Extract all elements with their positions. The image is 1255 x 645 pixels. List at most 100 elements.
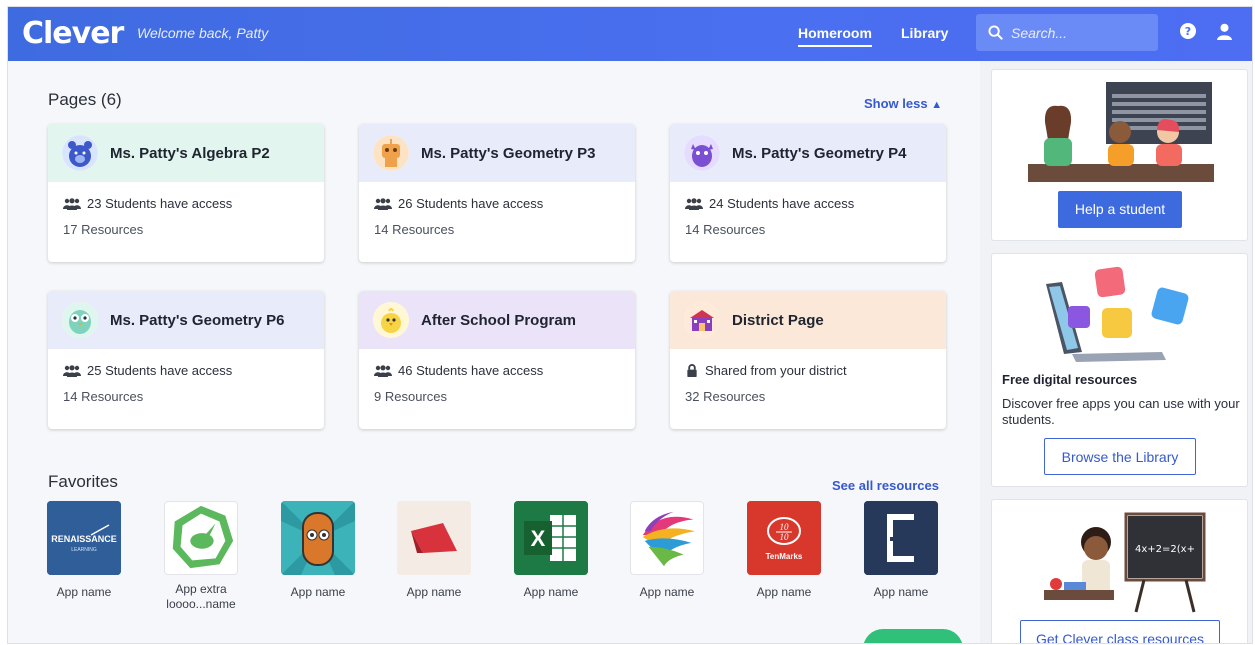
card-title: After School Program [421,311,577,329]
pages-title: Pages (6) [48,90,122,109]
search-box[interactable] [976,14,1158,51]
classroom-illustration [1028,82,1214,182]
card-access: 23 Students have access [63,196,324,211]
resources-count: 32 Resources [685,389,766,404]
bear-avatar-icon [62,135,98,171]
card-access: 24 Students have access [685,196,946,211]
app-frame: Clever Welcome back, Patty Homeroom Libr… [7,6,1253,644]
students-icon [63,364,81,377]
card-access: 26 Students have access [374,196,635,211]
students-count: 25 Students have access [87,363,233,378]
app-label: App name [406,585,462,599]
students-icon [685,197,703,210]
show-less-link[interactable]: Show less ▲ [864,96,942,111]
favorite-app-clever[interactable]: App name [856,501,946,599]
top-bar: Clever Welcome back, Patty Homeroom Libr… [8,7,1252,61]
students-icon [63,197,81,210]
students-count: 46 Students have access [398,363,544,378]
get-class-resources-button[interactable]: Get Clever class resources [1020,620,1220,643]
page-card-geometry-p6[interactable]: Ms. Patty's Geometry P6 25 Students have… [48,291,324,429]
owl-avatar-icon [62,302,98,338]
card-header: After School Program [359,291,635,349]
favorite-app-renaissance[interactable]: RENAISSANCE LEARNING App name [39,501,129,599]
app-label: App extra loooo...name [166,582,236,611]
help-a-student-button[interactable]: Help a student [1058,191,1182,228]
card-body: 23 Students have access 17 Resources [48,182,324,237]
homeroom-main: Pages (6) Show less ▲ Ms. Patty's Algebr… [8,61,980,643]
floating-action-button[interactable] [863,629,963,643]
free-resources-title: Free digital resources [1002,372,1138,387]
favorite-app-extra-long[interactable]: App extra loooo...name [156,501,246,612]
favorite-app-red-shape[interactable]: App name [389,501,479,599]
rabbit-app-icon [164,501,238,575]
resources-count: 14 Resources [63,389,144,404]
teacher-chalkboard-illustration: 4x+2=2(x+ [1044,512,1206,613]
chevron-up-icon: ▲ [931,99,943,111]
card-title: Ms. Patty's Geometry P6 [110,311,285,329]
chick-avatar-icon [373,302,409,338]
card-body: 24 Students have access 14 Resources [670,182,946,237]
students-count: 23 Students have access [87,196,233,211]
card-title: Ms. Patty's Algebra P2 [110,144,270,162]
app-label: App name [756,585,812,599]
clever-logo[interactable]: Clever [22,16,124,51]
favorite-app-excel[interactable]: X App name [506,501,596,599]
resources-count: 14 Resources [374,222,455,237]
card-header: Ms. Patty's Geometry P3 [359,124,635,182]
app-label: App name [873,585,929,599]
students-icon [374,197,392,210]
search-icon [988,25,1003,40]
app-label: App name [56,585,112,599]
page-card-algebra-p2[interactable]: Ms. Patty's Algebra P2 23 Students have … [48,124,324,262]
excel-app-icon: X [514,501,588,575]
favorite-app-tenmarks[interactable]: 10 10 TenMarks App name [739,501,829,599]
nav-homeroom[interactable]: Homeroom [798,25,872,47]
favorite-app-swirl[interactable]: App name [622,501,712,599]
card-title: Ms. Patty's Geometry P3 [421,144,596,162]
user-icon[interactable] [1216,23,1233,40]
svg-text:4x+2=2(x+: 4x+2=2(x+ [1135,544,1195,555]
monster-avatar-icon [684,135,720,171]
free-resources-description: Discover free apps you can use with your… [1002,396,1240,427]
renaissance-app-icon: RENAISSANCE LEARNING [47,501,121,575]
svg-text:X: X [531,526,546,551]
card-body: 26 Students have access 14 Resources [359,182,635,237]
favorite-app-brainpop[interactable]: App name [273,501,363,599]
search-input[interactable] [1011,24,1141,41]
robot-avatar-icon [373,135,409,171]
swirl-app-icon [630,501,704,575]
shared-from-district: Shared from your district [705,363,847,378]
help-icon[interactable]: ? [1180,23,1196,39]
lock-icon [687,364,697,377]
svg-text:10: 10 [780,522,790,532]
card-header: Ms. Patty's Geometry P6 [48,291,324,349]
help-student-card: Help a student [991,69,1248,241]
students-count: 26 Students have access [398,196,544,211]
class-resources-card: 4x+2=2(x+ Get Clever class resources [991,499,1248,643]
resources-count: 9 Resources [374,389,447,404]
clever-c-app-icon [864,501,938,575]
card-body: 46 Students have access 9 Resources [359,349,635,404]
page-card-after-school[interactable]: After School Program 46 Students have ac… [359,291,635,429]
resources-count: 17 Resources [63,222,144,237]
app-label: App name [290,585,346,599]
nav-library[interactable]: Library [901,25,948,41]
browse-library-button[interactable]: Browse the Library [1044,438,1196,475]
card-header: Ms. Patty's Algebra P2 [48,124,324,182]
card-access: 25 Students have access [63,363,324,378]
page-card-geometry-p4[interactable]: Ms. Patty's Geometry P4 24 Students have… [670,124,946,262]
app-label: App name [639,585,695,599]
card-body: 25 Students have access 14 Resources [48,349,324,404]
card-access: 46 Students have access [374,363,635,378]
robot-app-icon [281,501,355,575]
resources-count: 14 Resources [685,222,766,237]
card-access: Shared from your district [685,363,946,378]
svg-text:LEARNING: LEARNING [71,547,97,553]
see-all-resources-link[interactable]: See all resources [832,478,939,493]
school-building-icon [684,302,720,338]
page-card-geometry-p3[interactable]: Ms. Patty's Geometry P3 26 Students have… [359,124,635,262]
card-body: Shared from your district 32 Resources [670,349,946,404]
free-resources-card: Free digital resources Discover free app… [991,253,1248,487]
card-title: Ms. Patty's Geometry P4 [732,144,907,162]
page-card-district[interactable]: District Page Shared from your district … [670,291,946,429]
